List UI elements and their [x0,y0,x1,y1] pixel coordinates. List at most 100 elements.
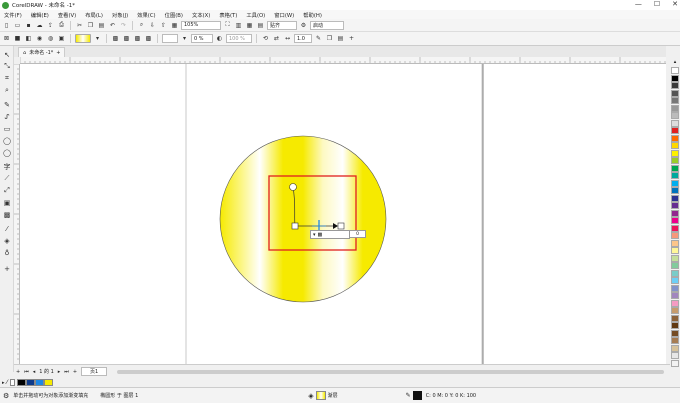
page-tab[interactable]: 页1 [81,367,108,376]
fill-options-icon[interactable]: ▤ [336,34,345,43]
radial-fill-icon[interactable]: ◉ [35,34,44,43]
full-screen-icon[interactable]: ⛶ [223,21,232,30]
open-folder-icon[interactable]: ▭ [13,21,22,30]
palette-swatch[interactable] [671,344,679,352]
tab-add-icon[interactable]: + [56,50,60,56]
upload-icon[interactable]: ⇪ [46,21,55,30]
maximize-button[interactable]: ☐ [654,0,660,8]
close-button[interactable]: ✕ [672,0,678,8]
palette-swatch[interactable] [671,67,679,74]
menu-file[interactable]: 文件(F) [4,11,22,19]
doc-color-swatch[interactable] [25,379,35,386]
palette-swatch[interactable] [671,269,679,277]
palette-swatch[interactable] [671,262,679,269]
palette-swatch[interactable] [671,322,679,329]
polygon-tool-icon[interactable]: ◯ [2,148,12,157]
ellipse-tool-icon[interactable]: ◯ [2,136,12,145]
edit-fill-icon[interactable]: ✎ [314,34,323,43]
cut-icon[interactable]: ✂ [75,21,84,30]
palette-swatch[interactable] [671,179,679,187]
gradient-end-handle[interactable] [337,222,345,230]
new-document-icon[interactable]: ▯ [2,21,11,30]
add-icon[interactable]: + [347,34,356,43]
menu-window[interactable]: 窗口(W) [274,11,294,19]
pattern-4-icon[interactable]: ▩ [144,34,153,43]
palette-swatch[interactable] [671,187,679,194]
add-tool-icon[interactable]: + [2,264,12,273]
transparency-tool-icon[interactable]: ▩ [2,210,12,219]
palette-swatch[interactable] [671,307,679,314]
fill-status-swatch[interactable] [315,391,326,400]
guidelines-icon[interactable]: ▤ [256,21,265,30]
options-gear-icon[interactable]: ⚙ [299,21,308,30]
menu-layout[interactable]: 布局(L) [85,11,103,19]
menu-tools[interactable]: 工具(O) [246,11,265,19]
yellow-gradient-ellipse[interactable] [219,135,387,303]
palette-swatch[interactable] [671,292,679,299]
menu-text[interactable]: 文本(X) [192,11,210,19]
document-tab[interactable]: ⌂ 未命名 -1* + [18,47,66,57]
freehand-tool-icon[interactable]: ✎ [2,100,12,109]
import-icon[interactable]: ⇩ [148,21,157,30]
menu-view[interactable]: 查看(V) [58,11,76,19]
text-tool-icon[interactable]: 字 [2,162,12,171]
uniform-fill-icon[interactable]: ■ [13,34,22,43]
redo-icon[interactable]: ↷ [119,21,128,30]
horizontal-scrollbar[interactable] [117,369,664,374]
doc-palette-arrow-icon[interactable]: ▸ [2,380,5,386]
gradient-node-handle[interactable] [291,222,299,230]
acceleration-field[interactable]: 1.0 [294,34,312,43]
doc-eyedropper-icon[interactable]: ⁄ [7,379,8,386]
node-fill-popup[interactable]: ▾ ▩ [310,230,350,239]
palette-swatch[interactable] [671,337,679,344]
palette-swatch[interactable] [671,104,679,112]
popup-dropdown-icon[interactable]: ▾ [313,232,316,238]
pdf-icon[interactable]: ▦ [170,21,179,30]
dropdown-arrow-icon[interactable]: ▾ [93,34,102,43]
zoom-level-select[interactable]: 105% [181,20,221,30]
node-color-box[interactable] [162,34,178,43]
square-fill-icon[interactable]: ▣ [57,34,66,43]
palette-swatch[interactable] [671,157,679,164]
palette-swatch[interactable] [671,149,679,157]
palette-swatch[interactable] [671,217,679,224]
drawing-canvas[interactable]: ▾ ▩ 0 [20,64,666,364]
doc-color-swatch[interactable] [16,379,26,386]
first-page-icon[interactable]: ⏮ [24,369,29,375]
menu-edit[interactable]: 编辑(E) [31,11,49,19]
reverse-icon[interactable]: ⟲ [261,34,270,43]
gradient-swatch-icon[interactable] [75,34,91,43]
palette-swatch[interactable] [671,74,679,82]
crop-tool-icon[interactable]: ⌗ [2,74,12,83]
pattern-3-icon[interactable]: ▩ [133,34,142,43]
parallel-dimension-icon[interactable]: ⟋ [2,174,12,183]
outline-status-swatch[interactable] [412,391,422,400]
palette-swatch[interactable] [671,202,679,209]
zoom-tool-icon[interactable]: ⌕ [2,86,12,95]
add-page-end-icon[interactable]: + [73,369,77,375]
no-fill-icon[interactable]: ⊠ [2,34,11,43]
palette-swatch[interactable] [671,299,679,307]
node-position-field[interactable]: 0 % [191,34,213,43]
palette-swatch[interactable] [671,209,679,217]
paste-icon[interactable]: ▤ [97,21,106,30]
linear-fill-icon[interactable]: ◧ [24,34,33,43]
palette-swatch[interactable] [671,239,679,247]
node-value-field[interactable]: 0 [349,230,366,238]
palette-scroll-up-icon[interactable]: ▴ [671,59,679,65]
cloud-icon[interactable]: ☁ [35,21,44,30]
palette-swatch[interactable] [671,352,679,359]
smooth-icon[interactable]: ↔ [283,34,292,43]
transparency-field[interactable]: 100 % [226,34,252,43]
palette-swatch[interactable] [671,97,679,104]
palette-swatch[interactable] [671,119,679,127]
palette-swatch[interactable] [671,127,679,134]
palette-swatch[interactable] [671,277,679,284]
mirror-icon[interactable]: ⇄ [272,34,281,43]
horizontal-ruler[interactable] [20,57,666,64]
shape-tool-icon[interactable]: ⤡ [2,62,12,71]
palette-swatch[interactable] [671,194,679,202]
undo-icon[interactable]: ↶ [108,21,117,30]
menu-effects[interactable]: 效果(C) [137,11,155,19]
menu-object[interactable]: 对象(J) [112,11,128,19]
